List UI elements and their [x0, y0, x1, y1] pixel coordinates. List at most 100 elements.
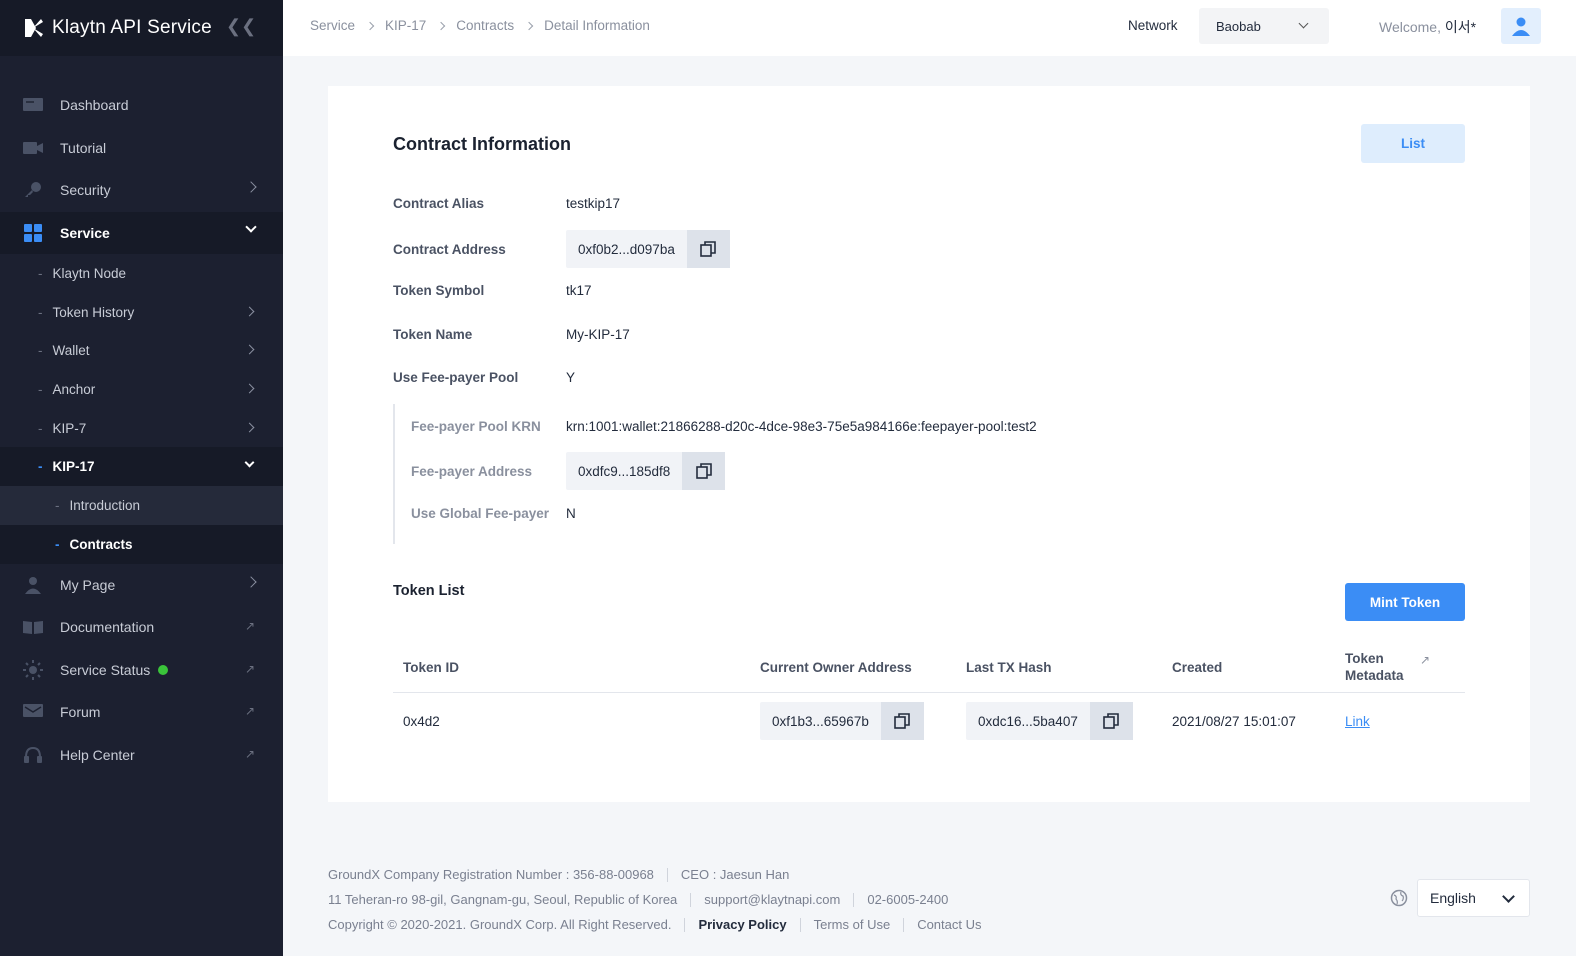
field-value: N — [566, 506, 576, 521]
sidebar-nav: Dashboard Tutorial Security Service - Kla… — [0, 84, 283, 776]
network-select-value: Baobab — [1216, 18, 1261, 34]
submenu-item-label: Wallet — [52, 343, 90, 359]
breadcrumb-item-detail: Detail Information — [544, 18, 650, 33]
sidebar-item-dashboard[interactable]: Dashboard — [0, 84, 283, 127]
sidebar-item-my-page[interactable]: My Page — [0, 564, 283, 607]
chevron-right-icon — [244, 344, 255, 355]
field-label: Contract Alias — [393, 196, 485, 211]
footer-registration: GroundX Company Registration Number : 35… — [328, 867, 654, 882]
submenu-item-token-history[interactable]: - Token History — [0, 293, 283, 332]
avatar[interactable] — [1501, 8, 1541, 44]
sidebar-item-forum[interactable]: Forum ↗ — [0, 691, 283, 734]
language-select[interactable]: English — [1417, 879, 1530, 917]
footer-phone: 02-6005-2400 — [867, 892, 949, 907]
submenu-item-wallet[interactable]: - Wallet — [0, 331, 283, 370]
network-select[interactable]: Baobab — [1199, 8, 1329, 44]
brand[interactable]: Klaytn API Service ❮❮ — [0, 0, 283, 56]
copy-button[interactable] — [682, 452, 726, 490]
kip17-submenu: - Introduction - Contracts — [0, 486, 283, 564]
column-header-owner: Current Owner Address — [760, 659, 912, 675]
external-link-icon: ↗ — [245, 704, 256, 718]
field-value: krn:1001:wallet:21866288-d20c-4dce-98e3-… — [566, 419, 1037, 434]
field-value: Y — [566, 370, 576, 385]
footer-copyright: Copyright © 2020-2021. GroundX Corp. All… — [328, 917, 672, 932]
field-value: My-KIP-17 — [566, 327, 630, 342]
divider — [684, 917, 686, 932]
sidebar-item-help-center[interactable]: Help Center ↗ — [0, 734, 283, 777]
sidebar-item-tutorial[interactable]: Tutorial — [0, 127, 283, 170]
token-list-title: Token List — [393, 583, 465, 599]
field-fee-payer-address: Fee-payer Address 0xdfc9...185df8 — [411, 452, 726, 490]
submenu-item-introduction[interactable]: - Introduction — [0, 486, 283, 525]
divider — [690, 892, 692, 907]
breadcrumb-item-contracts[interactable]: Contracts — [456, 18, 514, 33]
copy-icon — [696, 463, 712, 479]
sidebar-item-service[interactable]: Service — [0, 211, 283, 254]
terms-of-use-link[interactable]: Terms of Use — [814, 917, 891, 932]
sidebar-item-label: Help Center — [60, 746, 135, 763]
globe-icon — [1390, 889, 1408, 907]
sidebar-item-security[interactable]: Security — [0, 169, 283, 212]
field-value: tk17 — [566, 283, 592, 298]
copy-button[interactable] — [880, 702, 924, 740]
address-value: 0xdfc9...185df8 — [578, 463, 671, 479]
cell-tx-hash: 0xdc16...5ba407 — [966, 701, 1133, 741]
chevron-right-icon — [245, 575, 257, 588]
breadcrumb-item-service[interactable]: Service — [310, 18, 355, 33]
sidebar-item-service-status[interactable]: Service Status ↗ — [0, 649, 283, 692]
submenu-item-kip17[interactable]: - KIP-17 — [0, 447, 283, 487]
column-header-metadata-line1: Token — [1345, 651, 1384, 666]
collapse-sidebar-icon[interactable]: ❮❮ — [226, 16, 256, 37]
sidebar-item-label: Dashboard — [60, 97, 129, 114]
sidebar-item-label: Tutorial — [60, 139, 107, 156]
video-icon — [22, 139, 44, 157]
submenu-item-kip7[interactable]: - KIP-7 — [0, 409, 283, 448]
network-label: Network — [1128, 18, 1178, 33]
token-table-header: Token ID Current Owner Address Last TX H… — [393, 641, 1465, 693]
footer-ceo: CEO : Jaesun Han — [680, 867, 790, 882]
chevron-right-icon — [244, 422, 255, 433]
divider — [903, 917, 905, 932]
field-use-global-fee-payer: Use Global Fee-payer N — [411, 506, 576, 521]
sidebar-item-documentation[interactable]: Documentation ↗ — [0, 606, 283, 649]
breadcrumb-item-kip17[interactable]: KIP-17 — [385, 18, 426, 33]
field-value: testkip17 — [566, 196, 621, 211]
footer-address: 11 Teheran-ro 98-gil, Gangnam-gu, Seoul,… — [328, 892, 678, 907]
field-use-fee-payer-pool: Use Fee-payer Pool Y — [393, 370, 575, 385]
contact-us-link[interactable]: Contact Us — [917, 917, 981, 932]
submenu-item-anchor[interactable]: - Anchor — [0, 370, 283, 409]
field-label: Fee-payer Address — [411, 463, 533, 479]
field-label: Token Name — [393, 327, 473, 342]
dashboard-icon — [22, 96, 44, 114]
footer-email[interactable]: support@klaytnapi.com — [704, 892, 840, 907]
submenu-item-klaytn-node[interactable]: - Klaytn Node — [0, 254, 283, 293]
address-box: 0xdc16...5ba407 — [966, 702, 1133, 740]
cell-metadata: Link — [1345, 701, 1370, 741]
privacy-policy-link[interactable]: Privacy Policy — [698, 917, 786, 932]
field-contract-address: Contract Address 0xf0b2...d097ba — [393, 230, 730, 268]
metadata-link[interactable]: Link — [1345, 714, 1370, 729]
field-token-symbol: Token Symbol tk17 — [393, 283, 592, 298]
list-button[interactable]: List — [1361, 124, 1465, 163]
submenu-item-label: KIP-17 — [52, 459, 95, 475]
external-link-icon: ↗ — [245, 619, 256, 633]
column-header-metadata: Token Metadata — [1345, 641, 1404, 693]
address-value: 0xdc16...5ba407 — [978, 713, 1078, 729]
submenu-item-label: Klaytn Node — [52, 265, 127, 281]
chevron-right-icon — [365, 21, 375, 30]
field-label: Use Fee-payer Pool — [393, 370, 519, 385]
copy-button[interactable] — [1089, 702, 1133, 740]
copy-icon — [700, 241, 717, 257]
status-indicator-dot — [158, 664, 169, 675]
message-icon — [22, 703, 44, 721]
chevron-right-icon — [437, 21, 446, 30]
page-title: Contract Information — [393, 134, 571, 154]
dash-marker: - — [38, 265, 43, 281]
footer-line-1: GroundX Company Registration Number : 35… — [328, 862, 982, 887]
submenu-item-contracts[interactable]: - Contracts — [0, 524, 283, 564]
copy-button[interactable] — [686, 230, 730, 268]
user-icon — [1512, 17, 1530, 36]
mint-token-button[interactable]: Mint Token — [1345, 583, 1465, 621]
cell-token-id: 0x4d2 — [403, 713, 440, 729]
submenu-item-label: Anchor — [52, 381, 96, 397]
